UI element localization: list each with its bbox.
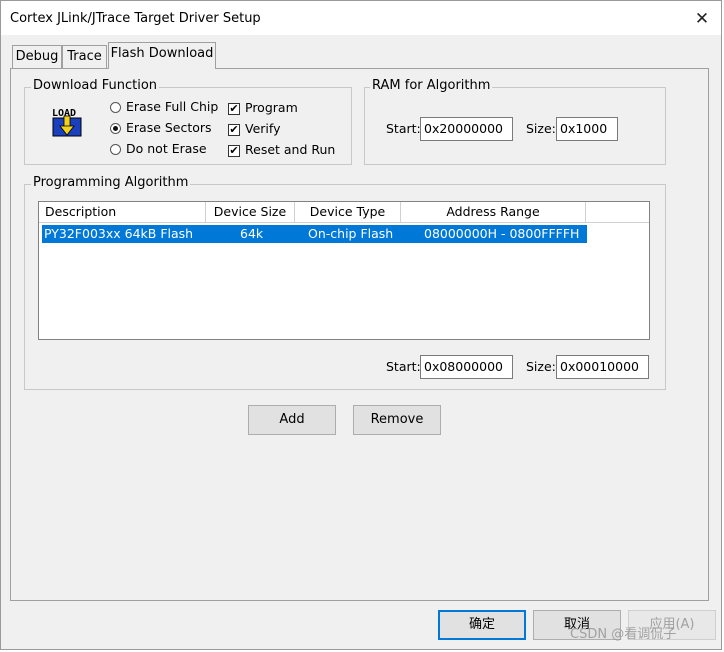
close-icon[interactable]: ✕ [689, 7, 715, 31]
column-header-device-size[interactable]: Device Size [206, 202, 295, 223]
title-bar: Cortex JLink/JTrace Target Driver Setup … [1, 1, 721, 35]
row-address-range: 08000000H - 0800FFFFH [424, 226, 580, 241]
algo-size-input[interactable]: 0x00010000 [556, 355, 649, 379]
row-description: PY32F003xx 64kB Flash [44, 226, 194, 241]
program-label: Program [245, 100, 298, 115]
tab-debug[interactable]: Debug [12, 45, 62, 68]
watermark-text: CSDN @看调侃子 [570, 627, 677, 642]
column-header-description[interactable]: Description [39, 202, 206, 223]
erase-full-chip-label: Erase Full Chip [126, 99, 219, 114]
reset-and-run-checkbox[interactable]: ✔ [228, 145, 240, 157]
ram-start-input[interactable]: 0x20000000 [420, 117, 513, 141]
row-device-size: 64k [240, 226, 264, 241]
ram-size-label: Size: [526, 121, 556, 136]
window-title: Cortex JLink/JTrace Target Driver Setup [10, 11, 261, 26]
do-not-erase-label: Do not Erase [126, 141, 207, 156]
load-icon: LOAD [50, 104, 84, 138]
verify-label: Verify [245, 121, 281, 136]
ram-start-label: Start: [386, 121, 421, 136]
programming-algorithm-legend: Programming Algorithm [31, 175, 191, 190]
column-header-device-type[interactable]: Device Type [295, 202, 401, 223]
verify-checkbox[interactable]: ✔ [228, 124, 240, 136]
do-not-erase-radio[interactable] [110, 144, 121, 155]
ram-for-algorithm-legend: RAM for Algorithm [370, 78, 493, 93]
table-row[interactable]: PY32F003xx 64kB Flash 64k On-chip Flash … [42, 225, 587, 243]
ok-button[interactable]: 确定 [438, 610, 526, 640]
algo-start-label: Start: [386, 359, 421, 374]
algo-start-input[interactable]: 0x08000000 [420, 355, 513, 379]
add-button[interactable]: Add [248, 405, 336, 435]
reset-and-run-label: Reset and Run [245, 142, 336, 157]
erase-sectors-radio[interactable] [110, 123, 121, 134]
column-header-filler [586, 202, 649, 223]
erase-full-chip-radio[interactable] [110, 102, 121, 113]
ram-size-input[interactable]: 0x1000 [556, 117, 618, 141]
column-header-address-range[interactable]: Address Range [401, 202, 586, 223]
row-device-type: On-chip Flash [308, 226, 394, 241]
tab-trace[interactable]: Trace [62, 45, 107, 68]
remove-button[interactable]: Remove [353, 405, 441, 435]
algo-size-label: Size: [526, 359, 556, 374]
erase-sectors-label: Erase Sectors [126, 120, 212, 135]
download-function-legend: Download Function [31, 78, 160, 93]
algorithm-list[interactable]: Description Device Size Device Type Addr… [38, 201, 650, 340]
tab-flash-download[interactable]: Flash Download [108, 42, 216, 69]
program-checkbox[interactable]: ✔ [228, 103, 240, 115]
